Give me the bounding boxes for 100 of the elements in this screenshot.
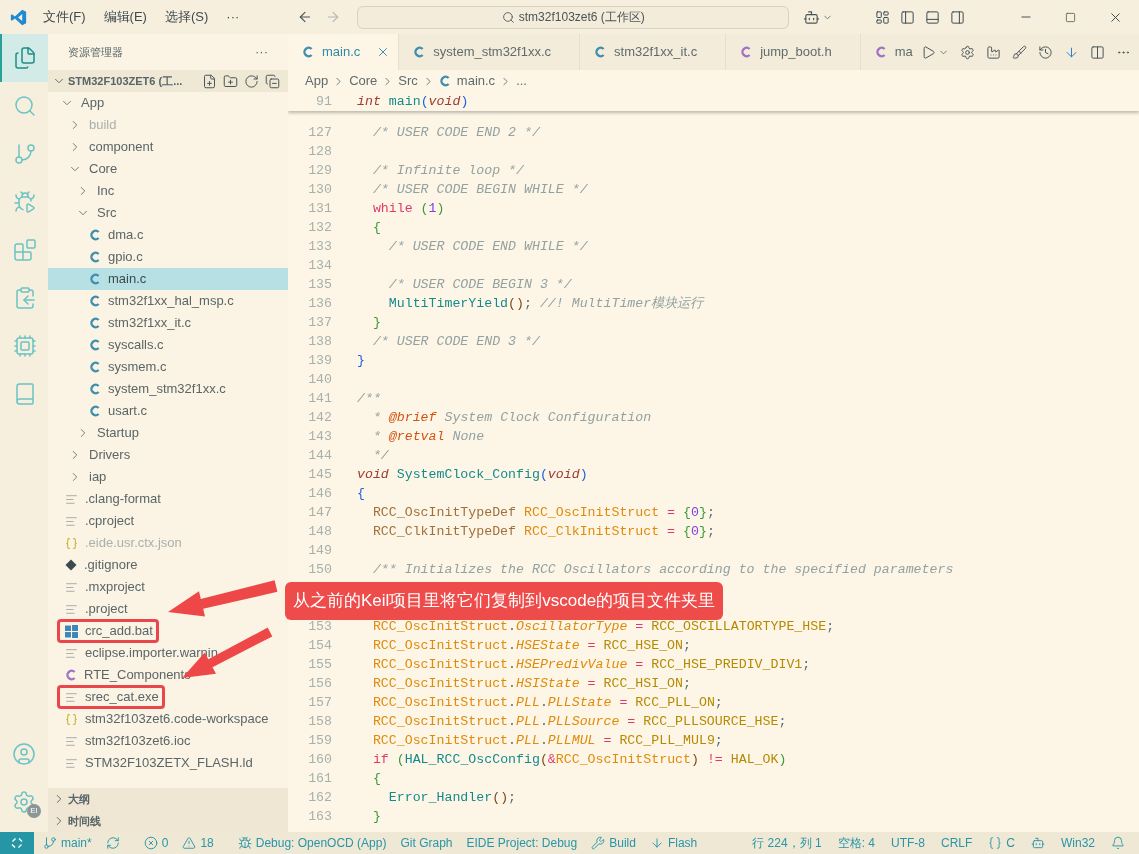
tree-item[interactable]: iap <box>48 466 288 488</box>
warnings-status[interactable]: 18 <box>182 834 214 852</box>
more-button[interactable]: ··· <box>255 42 268 62</box>
status-item[interactable]: UTF-8 <box>890 834 925 852</box>
status-item[interactable]: EIDE Project: Debug <box>466 834 578 852</box>
tree-item[interactable]: eclipse.importer.warnin <box>48 642 288 664</box>
panel-bottom-icon[interactable] <box>925 9 941 25</box>
code-line: /* USER CODE BEGIN WHILE */ <box>371 180 588 199</box>
code-line: RCC_OscInitStruct.HSEState = RCC_HSE_ON; <box>371 636 691 655</box>
tree-item[interactable]: .gitignore <box>48 554 288 576</box>
language-status[interactable]: C <box>988 834 1015 852</box>
activity-item[interactable]: EI <box>0 778 48 826</box>
tree-item[interactable]: App <box>48 92 288 114</box>
build-button[interactable]: Build <box>591 834 636 852</box>
tree-item[interactable]: Inc <box>48 180 288 202</box>
copilot-button[interactable] <box>1031 836 1045 850</box>
sync-button[interactable] <box>105 836 120 850</box>
tree-item[interactable]: dma.c <box>48 224 288 246</box>
new-file-icon[interactable] <box>202 73 217 89</box>
tree-item[interactable]: stm32f1xx_it.c <box>48 312 288 334</box>
panel-right-icon[interactable] <box>950 9 966 25</box>
tree-item[interactable]: .project <box>48 598 288 620</box>
tree-item[interactable]: .clang-format <box>48 488 288 510</box>
layout-icon[interactable] <box>875 9 891 25</box>
tree-item[interactable]: Core <box>48 158 288 180</box>
branch-status[interactable]: main* <box>43 834 92 852</box>
breadcrumb[interactable]: ... <box>516 71 527 91</box>
status-item[interactable]: 行 224，列 1 <box>752 834 822 852</box>
settings-icon[interactable] <box>960 44 975 60</box>
section-header[interactable]: 大纲 <box>48 788 288 810</box>
tree-item[interactable]: sysmem.c <box>48 356 288 378</box>
status-item[interactable]: CRLF <box>940 834 973 852</box>
warning-icon <box>182 836 197 850</box>
menu-item[interactable]: 文件(F) <box>43 7 86 27</box>
status-item[interactable]: 空格: 4 <box>837 834 875 852</box>
download-icon[interactable] <box>1064 44 1079 60</box>
menu-item[interactable]: 选择(S) <box>164 7 209 27</box>
code-line: /* Infinite loop */ <box>371 161 524 180</box>
factory-icon[interactable] <box>986 44 1001 60</box>
code-line: while (1) <box>371 199 445 218</box>
editor-tab[interactable]: main.c <box>288 34 400 70</box>
history-icon[interactable] <box>1038 44 1053 60</box>
activity-item[interactable] <box>0 34 48 82</box>
tree-item[interactable]: Drivers <box>48 444 288 466</box>
notifications-button[interactable] <box>1111 836 1125 850</box>
brush-icon[interactable] <box>1012 44 1027 60</box>
run-icon[interactable] <box>921 44 936 60</box>
editor-tab[interactable]: system_stm32f1xx.c <box>399 34 581 70</box>
panel-left-icon[interactable] <box>900 9 916 25</box>
text-file-icon <box>65 646 78 660</box>
braces-icon <box>65 536 78 550</box>
line-number: 160 <box>307 750 332 769</box>
project-header[interactable]: STM32F103ZET6 (工... <box>48 70 288 92</box>
remote-button[interactable] <box>0 832 34 854</box>
editor-tab[interactable]: ma <box>860 34 913 70</box>
status-item[interactable]: Git Graph <box>400 834 453 852</box>
tree-item[interactable]: RTE_Components <box>48 664 288 686</box>
menu-item[interactable]: ··· <box>226 7 240 27</box>
maximize-icon[interactable] <box>1065 11 1076 23</box>
debug-status[interactable]: Debug: OpenOCD (App) <box>237 834 387 852</box>
refresh-icon[interactable] <box>244 73 259 89</box>
errors-status[interactable]: 0 <box>143 834 169 852</box>
c-file-icon <box>438 75 451 87</box>
section-header[interactable]: 时间线 <box>48 810 288 832</box>
tree-item[interactable]: .cproject <box>48 510 288 532</box>
c-file-icon <box>89 361 101 373</box>
breadcrumb[interactable]: main.c <box>438 71 496 91</box>
tree-item[interactable]: main.c <box>48 268 288 290</box>
copilot-button[interactable] <box>803 8 834 26</box>
chip-icon <box>13 334 37 358</box>
breadcrumb[interactable]: Core <box>349 71 378 91</box>
editor-tab[interactable]: stm32f1xx_it.c <box>580 34 727 70</box>
tree-item[interactable]: usart.c <box>48 400 288 422</box>
tree-item[interactable]: syscalls.c <box>48 334 288 356</box>
code-line: * @retval None <box>371 427 485 446</box>
split-editor-icon[interactable] <box>1090 44 1105 60</box>
tree-item[interactable]: Startup <box>48 422 288 444</box>
code-line: MultiTimerYield(); //! MultiTimer模块运行 <box>387 294 704 313</box>
collapse-icon[interactable] <box>265 73 280 89</box>
flash-button[interactable]: Flash <box>649 834 698 852</box>
line-number: 136 <box>307 294 332 313</box>
tree-item[interactable]: component <box>48 136 288 158</box>
breadcrumb[interactable]: App <box>305 71 329 91</box>
new-folder-icon[interactable] <box>223 73 238 89</box>
command-center[interactable]: stm32f103zet6 (工作区) <box>357 5 790 29</box>
tree-item[interactable]: stm32f1xx_hal_msp.c <box>48 290 288 312</box>
menu-item[interactable]: 编辑(E) <box>103 7 147 27</box>
tree-item[interactable]: system_stm32f1xx.c <box>48 378 288 400</box>
tree-item[interactable]: stm32f103zet6.ioc <box>48 730 288 752</box>
breadcrumb[interactable]: Src <box>398 71 418 91</box>
tree-item[interactable]: srec_cat.exe <box>48 686 288 708</box>
editor-tab[interactable]: jump_boot.h <box>726 34 861 70</box>
tree-item[interactable]: stm32f103zet6.code-workspace <box>48 708 288 730</box>
status-item[interactable]: Win32 <box>1061 834 1095 852</box>
tree-item[interactable]: Src <box>48 202 288 224</box>
line-number: 133 <box>307 237 332 256</box>
tree-item[interactable]: gpio.c <box>48 246 288 268</box>
tree-item[interactable]: crc_add.bat <box>48 620 288 642</box>
tree-item[interactable]: .mxproject <box>48 576 288 598</box>
tree-item[interactable]: STM32F103ZETX_FLASH.ld <box>48 752 288 774</box>
